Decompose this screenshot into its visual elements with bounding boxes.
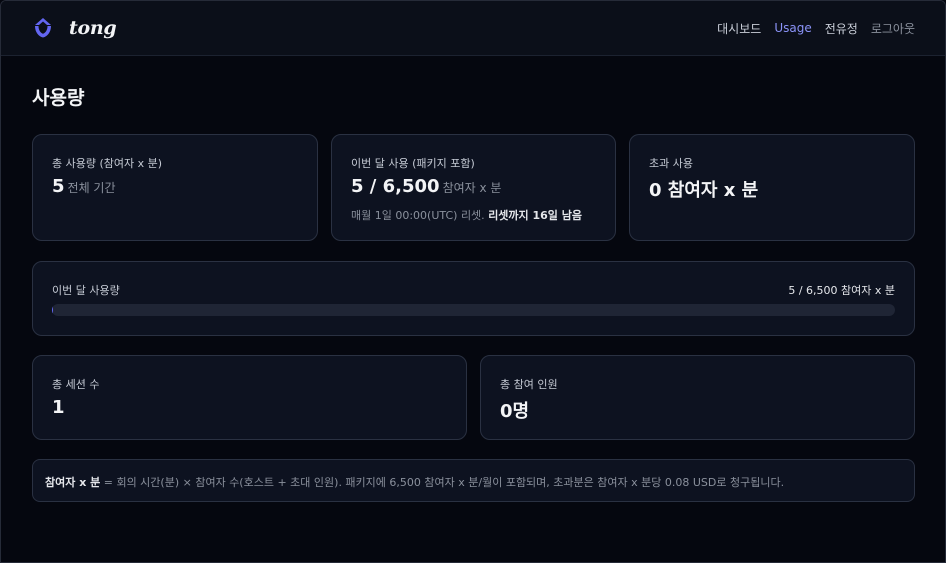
app-window: tong 대시보드 Usage 전유정 로그아웃 사용량 총 사용량 (참여자 … [0,0,946,563]
monthly-usage-value: 5 / 6,500 [351,176,440,197]
total-usage-unit: 전체 기간 [67,181,116,195]
reset-remaining-text: 리셋까지 16일 남음 [488,209,582,222]
monthly-usage-value-row: 5 / 6,500 참여자 x 분 [351,176,501,197]
participants-value: 0명 [500,401,530,422]
top-navigation-bar: tong 대시보드 Usage 전유정 로그아웃 [1,1,945,56]
sessions-card: 총 세션 수 1 [32,355,467,440]
participants-card: 총 참여 인원 0명 [480,355,915,440]
monthly-progress-card: 이번 달 사용량 5 / 6,500 참여자 x 분 [32,261,915,336]
main-nav: 대시보드 Usage 전유정 로그아웃 [704,20,915,37]
reset-info: 매월 1일 00:00(UTC) 리셋. 리셋까지 16일 남음 [351,207,582,223]
total-usage-label: 총 사용량 (참여자 x 분) [52,157,163,170]
note-term: 참여자 x 분 [45,476,101,489]
page-title: 사용량 [32,87,85,109]
monthly-progress-value: 5 / 6,500 참여자 x 분 [788,284,895,297]
monthly-progress-label: 이번 달 사용량 [52,284,120,297]
monthly-usage-label: 이번 달 사용 (패키지 포함) [351,157,475,170]
nav-dashboard-link[interactable]: 대시보드 [717,20,761,37]
nav-usage-link[interactable]: Usage [774,21,811,35]
logo-icon[interactable] [32,17,54,39]
sessions-label: 총 세션 수 [52,378,100,391]
monthly-usage-card: 이번 달 사용 (패키지 포함) 5 / 6,500 참여자 x 분 매월 1일 … [331,134,616,241]
usage-definition-note: 참여자 x 분 = 회의 시간(분) × 참여자 수(호스트 + 초대 인원).… [32,459,915,502]
app-logo-text[interactable]: tong [69,17,117,39]
total-usage-value: 5 [52,176,65,197]
sessions-value: 1 [52,397,65,418]
total-usage-card: 총 사용량 (참여자 x 분) 5 전체 기간 [32,134,318,241]
monthly-progress-track [52,304,895,316]
note-description: = 회의 시간(분) × 참여자 수(호스트 + 초대 인원). 패키지에 6,… [100,476,785,489]
monthly-usage-unit: 참여자 x 분 [442,181,502,195]
overage-value: 0 참여자 x 분 [649,180,759,201]
nav-user-name-link[interactable]: 전유정 [825,20,858,37]
monthly-progress-fill [52,304,53,316]
overage-card: 초과 사용 0 참여자 x 분 [629,134,915,241]
total-usage-value-row: 5 전체 기간 [52,176,116,197]
overage-label: 초과 사용 [649,157,693,170]
reset-info-text: 매월 1일 00:00(UTC) 리셋. [351,209,485,222]
participants-label: 총 참여 인원 [500,378,558,391]
nav-logout-link[interactable]: 로그아웃 [871,20,915,37]
